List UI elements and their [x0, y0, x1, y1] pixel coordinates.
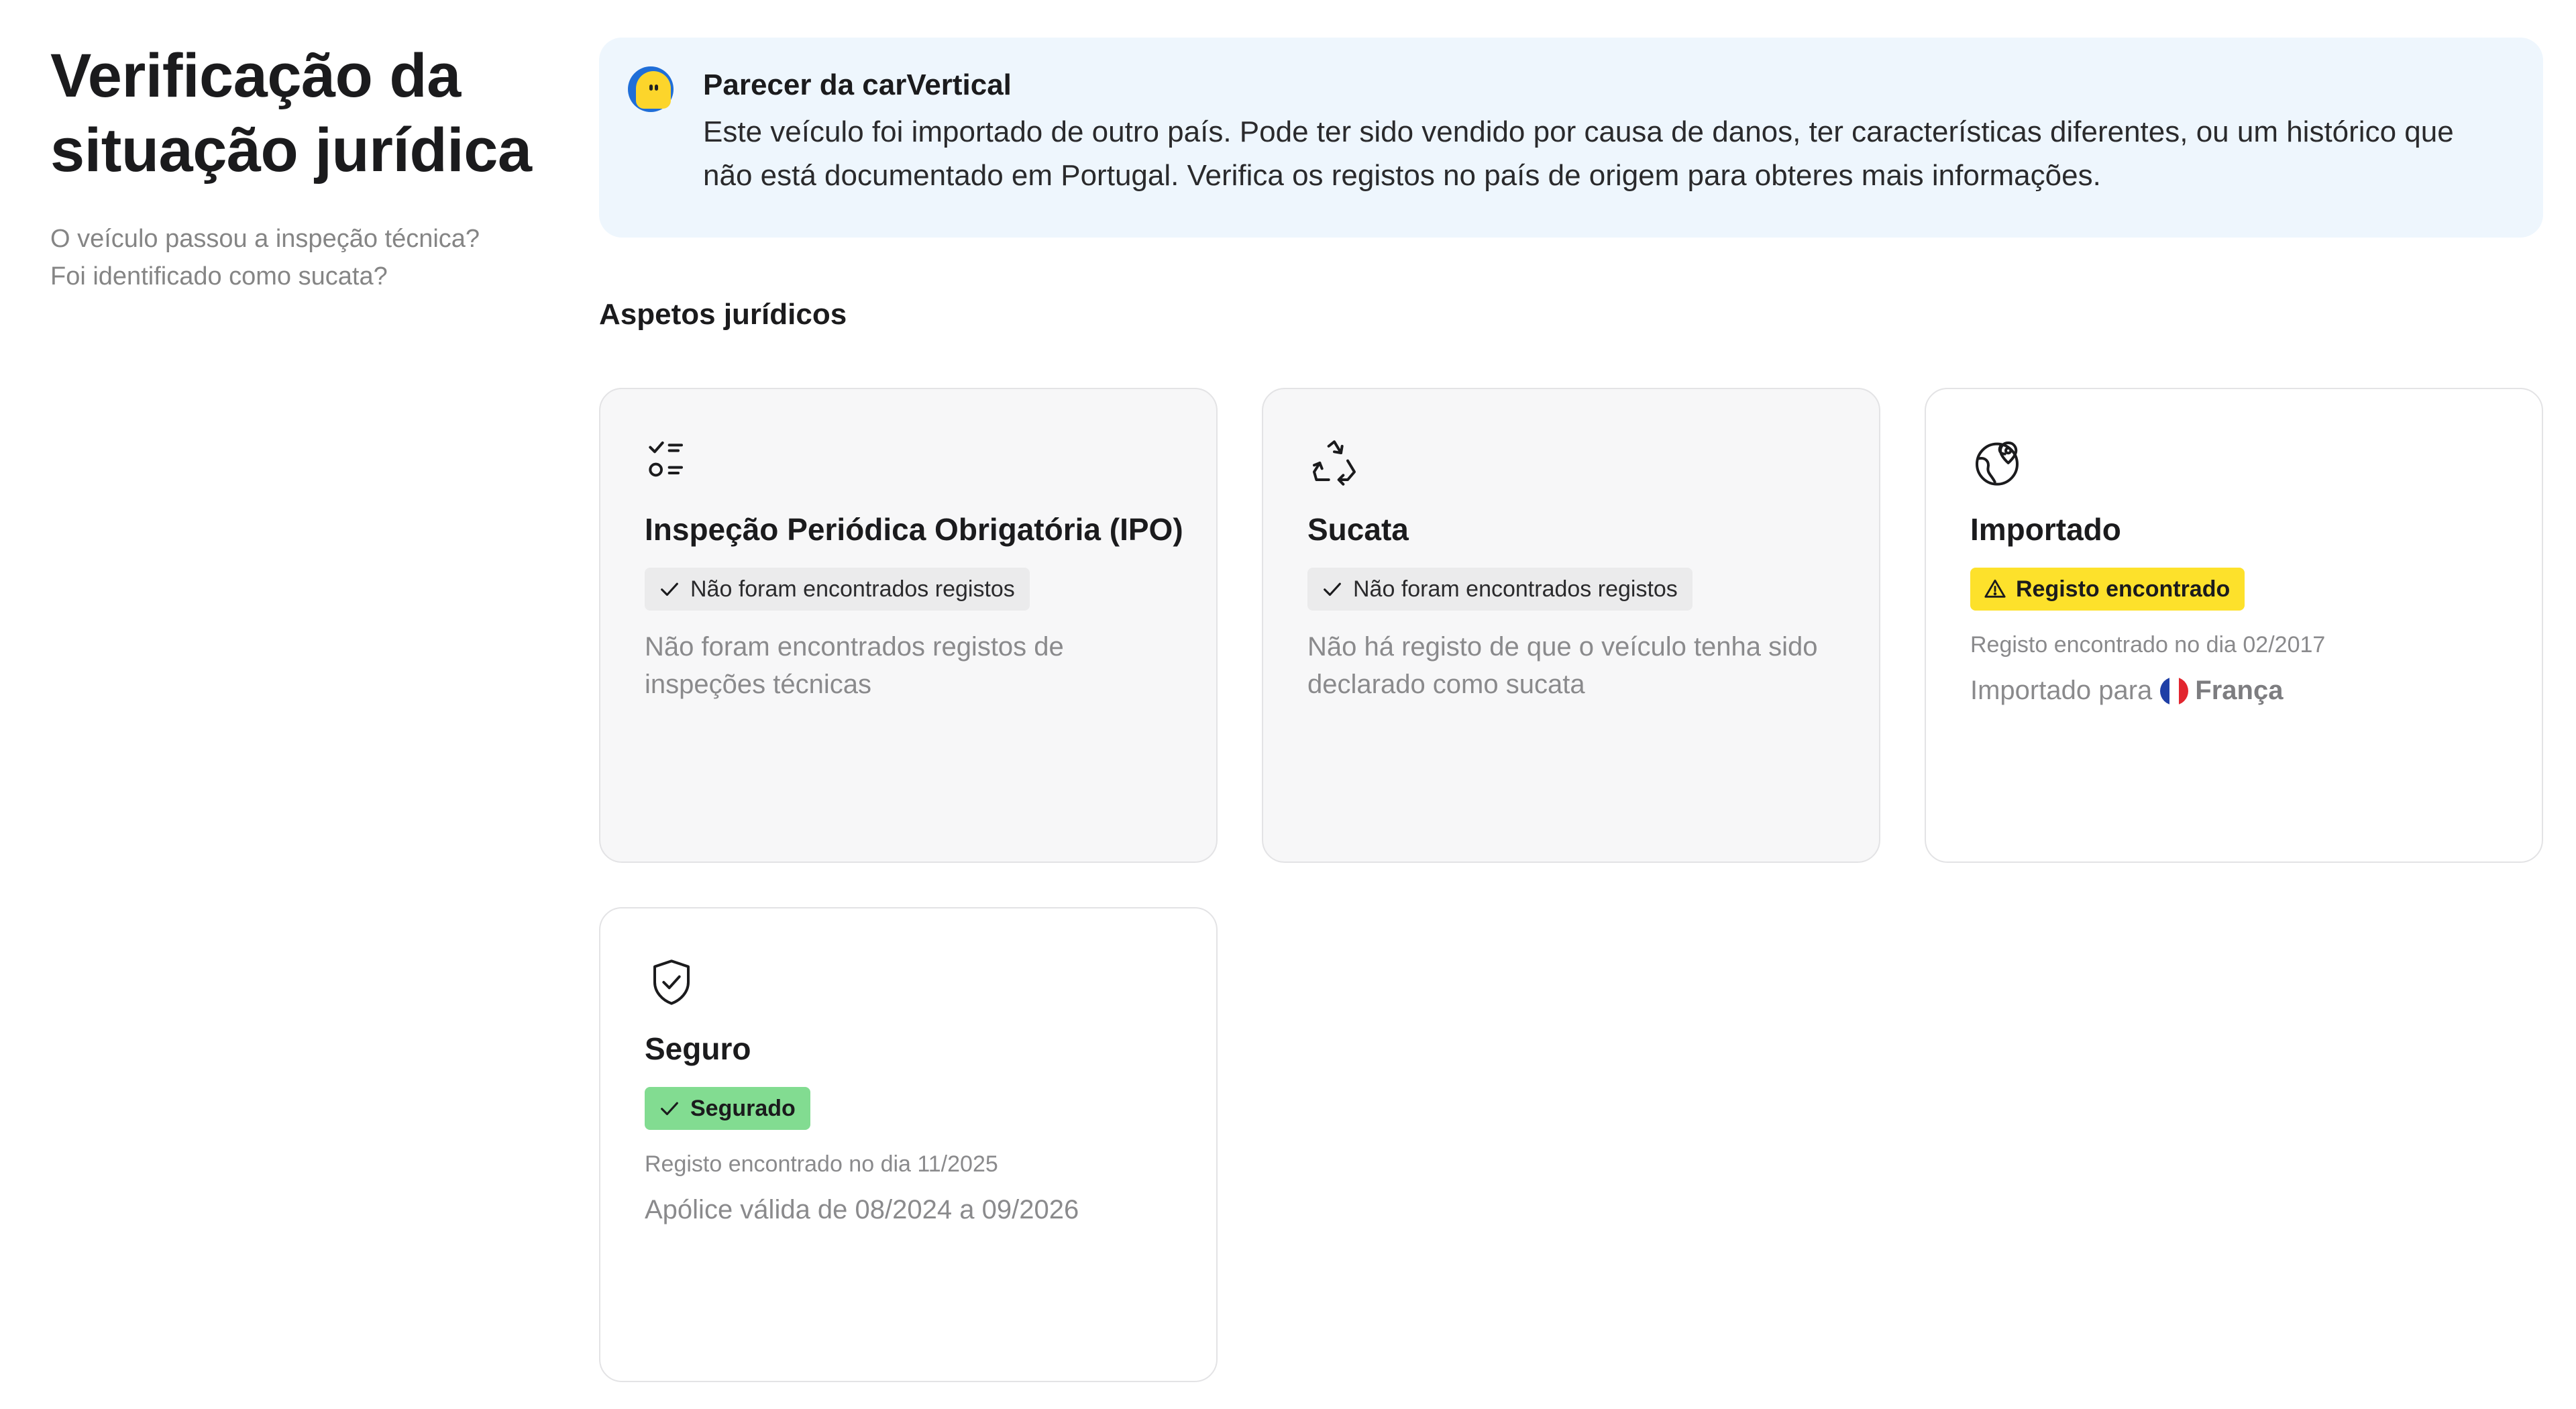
warning-icon [1984, 578, 2006, 601]
status-badge: Não foram encontrados registos [645, 568, 1030, 611]
scrap-card: Sucata Não foram encontrados registos Nã… [1262, 388, 1880, 863]
import-detail-label: Importado para [1970, 676, 2153, 705]
policy-validity: Apólice válida de 08/2024 a 09/2026 [645, 1195, 1079, 1224]
legal-status-page: Verificação da situação jurídica O veícu… [0, 0, 2576, 1409]
subtitle-line: Foi identificado como sucata? [50, 262, 388, 291]
check-icon [658, 578, 681, 601]
carvertical-logo-icon [628, 66, 674, 112]
status-badge-label: Registo encontrado [2016, 576, 2231, 602]
france-flag-icon [2160, 676, 2189, 705]
check-icon [1321, 578, 1344, 601]
card-title: Sucata [1307, 512, 1409, 547]
card-description: Não foram encontrados registos de inspeç… [645, 632, 1064, 699]
card-title: Seguro [645, 1031, 751, 1066]
inspection-card: Inspeção Periódica Obrigatória (IPO) Não… [599, 388, 1218, 863]
status-badge-label: Não foram encontrados registos [1353, 576, 1678, 602]
page-title: Verificação da situação jurídica [50, 42, 532, 185]
page-subtitle: O veículo passou a inspeção técnica? Foi… [50, 220, 560, 295]
insurance-card: Seguro Segurado Registo encontrado no di… [599, 907, 1218, 1382]
card-description: Não há registo de que o veículo tenha si… [1307, 632, 1818, 699]
status-badge: Não foram encontrados registos [1307, 568, 1693, 611]
recycle-icon [1307, 436, 1361, 490]
expert-opinion-notice: Parecer da carVertical Este veículo foi … [599, 38, 2543, 238]
section-title: Aspetos jurídicos [599, 298, 847, 331]
status-badge: Registo encontrado [1970, 568, 2245, 611]
imported-card: Importado Registo encontrado Registo enc… [1925, 388, 2543, 863]
card-title: Importado [1970, 512, 2121, 547]
record-date: Registo encontrado no dia 02/2017 [1970, 632, 2326, 658]
left-column: Verificação da situação jurídica O veícu… [50, 39, 560, 295]
notice-text: Este veículo foi importado de outro país… [703, 115, 2454, 192]
import-detail: Importado para França [1970, 676, 2283, 706]
status-badge-label: Segurado [690, 1095, 796, 1121]
notice-title: Parecer da carVertical [703, 68, 1012, 101]
status-badge: Segurado [645, 1087, 810, 1130]
globe-pin-icon [1970, 436, 2024, 490]
record-date: Registo encontrado no dia 11/2025 [645, 1151, 998, 1177]
checklist-icon [645, 436, 698, 490]
card-title: Inspeção Periódica Obrigatória (IPO) [645, 512, 1183, 547]
check-icon [658, 1097, 681, 1120]
status-badge-label: Não foram encontrados registos [690, 576, 1015, 602]
subtitle-line: O veículo passou a inspeção técnica? [50, 225, 480, 253]
country-name: França [2195, 676, 2284, 705]
shield-check-icon [645, 955, 698, 1009]
